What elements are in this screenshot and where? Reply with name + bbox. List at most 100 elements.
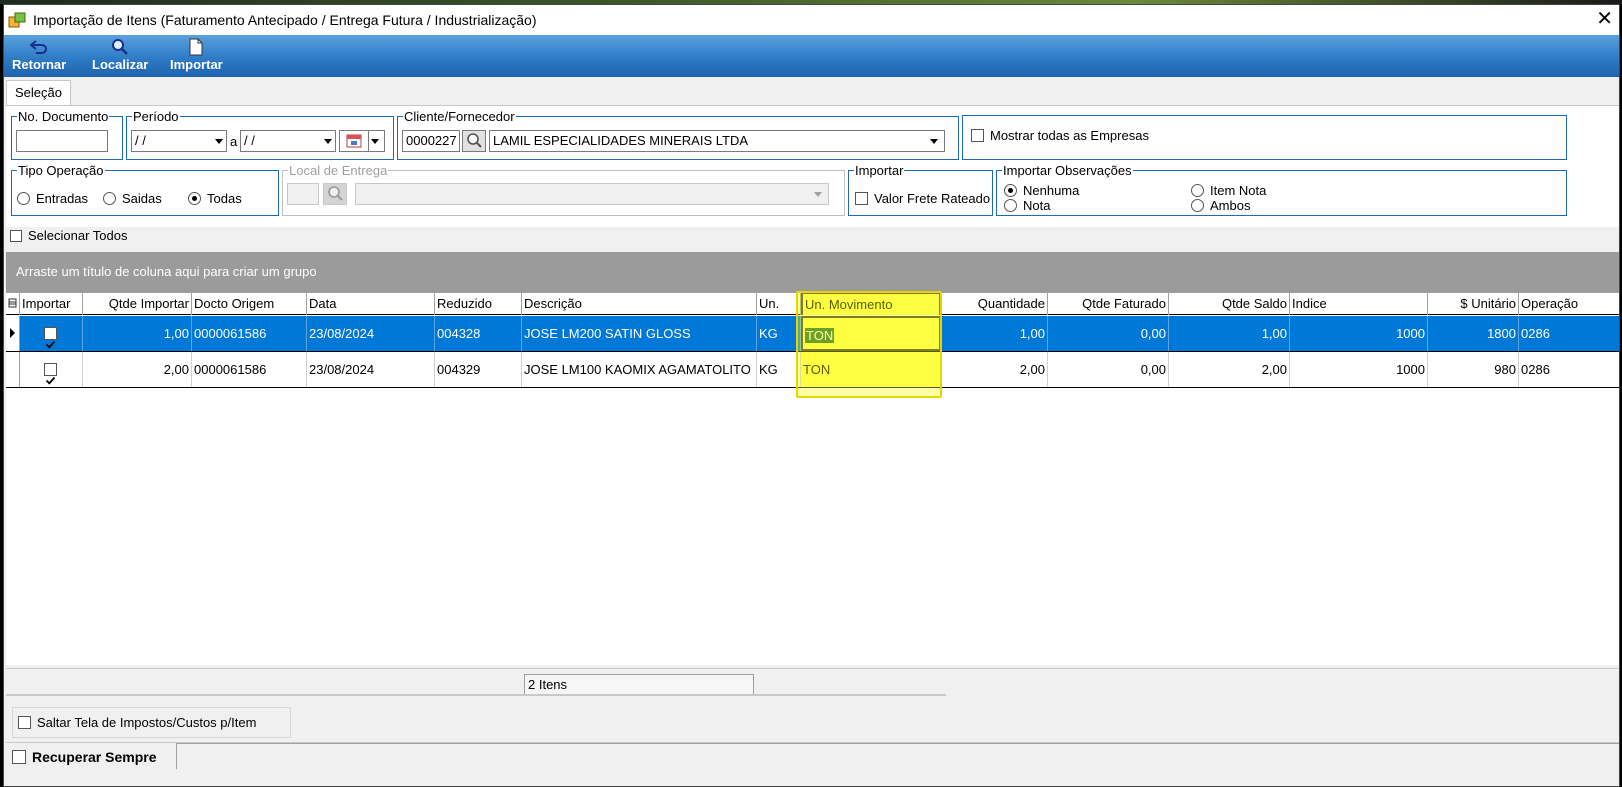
- radio-todas-label: Todas: [207, 191, 242, 206]
- retornar-button[interactable]: Retornar: [12, 37, 66, 75]
- chevron-down-icon[interactable]: [371, 139, 379, 144]
- cell-un: KG: [757, 352, 801, 387]
- radio-circle[interactable]: [103, 192, 116, 205]
- calendar-button[interactable]: [339, 130, 385, 152]
- cliente-group: Cliente/Fornecedor 0000227 LAMIL ESPECIA…: [397, 109, 959, 160]
- cell-un-movimento[interactable]: TON: [801, 352, 941, 387]
- radio-saidas[interactable]: Saidas: [103, 191, 162, 206]
- search-icon: [327, 185, 344, 208]
- radio-circle[interactable]: [17, 192, 30, 205]
- horizontal-scrollbar[interactable]: [6, 694, 946, 696]
- row-checkbox[interactable]: [44, 327, 57, 349]
- cell-un-movimento[interactable]: TON: [801, 316, 941, 351]
- cell-qtde-faturado: 0,00: [1048, 352, 1169, 387]
- col-unitario[interactable]: $ Unitário: [1428, 292, 1519, 315]
- no-documento-input[interactable]: [16, 130, 108, 152]
- row-indicator[interactable]: [6, 316, 20, 351]
- periodo-from-input[interactable]: / /: [131, 130, 227, 152]
- cell-operacao: 0286: [1519, 316, 1619, 351]
- radio-nenhuma[interactable]: Nenhuma: [1004, 183, 1079, 198]
- table-row[interactable]: 1,00 0000061586 23/08/2024 004328 JOSE L…: [6, 316, 1619, 352]
- radio-circle[interactable]: [1004, 199, 1017, 212]
- cell-qtde-importar[interactable]: 2,00: [83, 352, 192, 387]
- mostrar-todas-checkbox[interactable]: Mostrar todas as Empresas: [971, 128, 1149, 143]
- radio-circle-selected[interactable]: [188, 192, 201, 205]
- periodo-separator: a: [230, 134, 238, 149]
- checkbox-box[interactable]: [18, 716, 31, 729]
- importar-obs-group: Importar Observações Nenhuma Nota Item N…: [996, 163, 1567, 216]
- valor-frete-checkbox[interactable]: Valor Frete Rateado: [855, 191, 990, 206]
- cell-reduzido: 004328: [435, 316, 522, 351]
- cell-importar[interactable]: [20, 316, 83, 351]
- col-data[interactable]: Data: [307, 292, 435, 315]
- col-qtde-saldo[interactable]: Qtde Saldo: [1169, 292, 1290, 315]
- recuperar-sempre-label: Recuperar Sempre: [32, 749, 157, 765]
- tipo-operacao-label: Tipo Operação: [18, 163, 104, 178]
- un-movimento-editor[interactable]: TON: [805, 328, 835, 343]
- col-reduzido[interactable]: Reduzido: [435, 292, 522, 315]
- search-icon: [466, 132, 483, 155]
- document-icon: [188, 37, 204, 57]
- grid-footer: 2 Itens: [6, 668, 1619, 698]
- cliente-code-input[interactable]: 0000227: [402, 130, 460, 152]
- chevron-down-icon[interactable]: [324, 139, 332, 144]
- calendar-divider: [368, 131, 369, 151]
- cell-qtde-importar[interactable]: 1,00: [83, 316, 192, 351]
- tab-bar: Seleção: [4, 77, 1619, 107]
- periodo-to-input[interactable]: / /: [240, 130, 336, 152]
- cliente-search-button[interactable]: [462, 130, 486, 152]
- radio-entradas[interactable]: Entradas: [17, 191, 88, 206]
- col-docto-origem[interactable]: Docto Origem: [192, 292, 307, 315]
- recuperar-sempre-checkbox[interactable]: Recuperar Sempre: [12, 749, 157, 765]
- col-indice[interactable]: Indice: [1290, 292, 1428, 315]
- local-entrega-select: [355, 183, 829, 205]
- radio-circle-selected[interactable]: [1004, 184, 1017, 197]
- checkbox-box[interactable]: [971, 129, 984, 142]
- row-checkbox[interactable]: [44, 363, 57, 385]
- radio-nota[interactable]: Nota: [1004, 198, 1050, 213]
- radio-ambos[interactable]: Ambos: [1191, 198, 1250, 213]
- cell-data: 23/08/2024: [307, 316, 435, 351]
- cell-operacao: 0286: [1519, 352, 1619, 387]
- table-row[interactable]: 2,00 0000061586 23/08/2024 004329 JOSE L…: [6, 352, 1619, 388]
- group-by-panel[interactable]: Arraste um título de coluna aqui para cr…: [6, 252, 1619, 292]
- chevron-down-icon[interactable]: [215, 139, 223, 144]
- no-documento-group: No. Documento: [11, 109, 123, 160]
- col-importar[interactable]: Importar: [20, 292, 83, 315]
- radio-item-nota[interactable]: Item Nota: [1191, 183, 1266, 198]
- col-un[interactable]: Un.: [757, 292, 801, 315]
- col-descricao[interactable]: Descrição: [522, 292, 757, 315]
- cell-qtde-saldo: 2,00: [1169, 352, 1290, 387]
- status-panel: [176, 743, 1619, 769]
- cell-unitario: 980: [1428, 352, 1519, 387]
- column-chooser-icon[interactable]: [6, 292, 20, 315]
- radio-circle[interactable]: [1191, 199, 1204, 212]
- checkbox-box[interactable]: [12, 750, 26, 764]
- local-entrega-code-input: [287, 183, 319, 205]
- window-title: Importação de Itens (Faturamento Antecip…: [33, 12, 537, 28]
- radio-circle[interactable]: [1191, 184, 1204, 197]
- filter-panel: No. Documento Período / / a / / Cliente/…: [6, 105, 1619, 227]
- cliente-name-select[interactable]: LAMIL ESPECIALIDADES MINERAIS LTDA: [489, 130, 945, 152]
- chevron-down-icon[interactable]: [930, 139, 938, 144]
- checkbox-box[interactable]: [10, 229, 22, 242]
- cell-docto-origem: 0000061586: [192, 352, 307, 387]
- cell-importar[interactable]: [20, 352, 83, 387]
- col-qtde-importar[interactable]: Qtde Importar: [83, 292, 192, 315]
- importar-button[interactable]: Importar: [170, 37, 223, 75]
- row-indicator[interactable]: [6, 352, 20, 387]
- selecionar-todos-checkbox[interactable]: Selecionar Todos: [10, 228, 128, 243]
- cell-qtde-saldo: 1,00: [1169, 316, 1290, 351]
- localizar-button[interactable]: Localizar: [92, 37, 148, 75]
- tab-selecao[interactable]: Seleção: [6, 80, 71, 106]
- col-un-movimento[interactable]: Un. Movimento: [801, 292, 941, 315]
- col-quantidade[interactable]: Quantidade: [941, 292, 1048, 315]
- radio-todas[interactable]: Todas: [188, 191, 242, 206]
- saltar-tela-checkbox[interactable]: Saltar Tela de Impostos/Custos p/Item: [18, 715, 256, 730]
- checkbox-box[interactable]: [855, 192, 868, 205]
- radio-ambos-label: Ambos: [1210, 198, 1251, 213]
- col-operacao[interactable]: Operação: [1519, 292, 1619, 315]
- close-icon[interactable]: ✕: [1596, 8, 1613, 30]
- col-qtde-faturado[interactable]: Qtde Faturado: [1048, 292, 1169, 315]
- cell-indice: 1000: [1290, 352, 1428, 387]
